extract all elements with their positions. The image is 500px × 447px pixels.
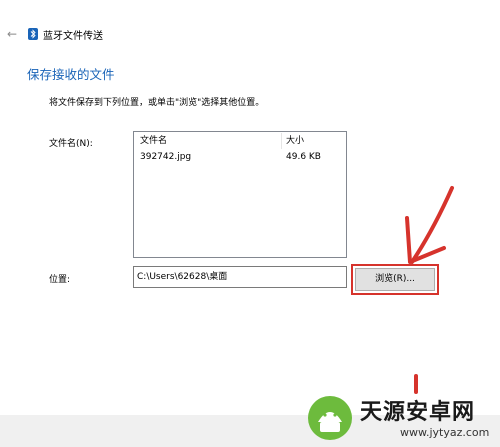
column-header-size[interactable]: 大小 [286,134,342,149]
column-header-name[interactable]: 文件名 [140,134,280,149]
file-list[interactable]: 文件名 大小 392742.jpg 49.6 KB [133,131,347,258]
location-input[interactable]: C:\Users\62628\桌面 [133,266,347,288]
back-arrow-icon[interactable]: ← [5,27,19,41]
column-divider[interactable] [281,133,282,149]
watermark-title: 天源安卓网 [360,400,476,425]
android-logo-icon [308,396,352,440]
filename-label: 文件名(N): [49,139,93,149]
instruction-text: 将文件保存到下列位置，或单击"浏览"选择其他位置。 [49,98,265,108]
file-row-name[interactable]: 392742.jpg [140,152,191,162]
bluetooth-icon [28,28,38,40]
browse-button[interactable]: 浏览(R)... [351,264,439,295]
watermark: 天源安卓网 www.jytyaz.com [300,390,500,447]
watermark-url: www.jytyaz.com [400,426,490,439]
page-heading: 保存接收的文件 [27,67,115,82]
title-bar: ← 蓝牙文件传送 [0,0,500,56]
location-label: 位置: [49,275,71,285]
window-title: 蓝牙文件传送 [43,31,103,42]
file-row-size: 49.6 KB [286,152,321,162]
